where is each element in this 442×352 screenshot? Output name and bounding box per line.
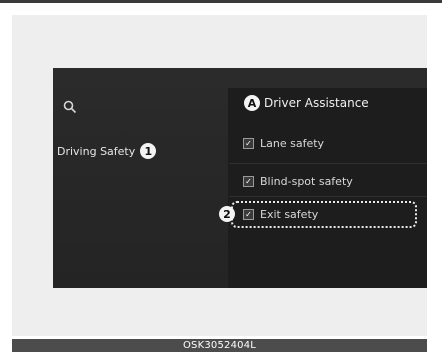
infotainment-screen: Driving Safety 1 A Driver Assistance ✓ L…	[53, 68, 427, 288]
screen-top-bar	[53, 68, 427, 89]
panel-title: A Driver Assistance	[244, 95, 369, 111]
callout-1: 1	[140, 143, 157, 159]
option-label: Blind-spot safety	[260, 175, 353, 188]
option-label: Exit safety	[260, 208, 319, 221]
option-exit-safety[interactable]: ✓ Exit safety	[243, 208, 318, 221]
callout-a: A	[244, 95, 260, 111]
callout-2: 2	[219, 206, 235, 222]
checkbox-checked-icon[interactable]: ✓	[243, 138, 254, 149]
checkbox-checked-icon[interactable]: ✓	[243, 209, 254, 220]
option-blind-spot-safety[interactable]: ✓ Blind-spot safety	[243, 175, 353, 188]
divider	[229, 163, 427, 164]
checkbox-checked-icon[interactable]: ✓	[243, 176, 254, 187]
figure-code: OSK3052404L	[182, 340, 257, 351]
panel-title-label: Driver Assistance	[264, 96, 369, 110]
menu-item-driving-safety[interactable]: Driving Safety 1	[57, 140, 157, 162]
option-lane-safety[interactable]: ✓ Lane safety	[243, 137, 324, 150]
menu-item-label: Driving Safety	[57, 144, 136, 158]
top-rule	[0, 0, 442, 3]
manual-page: Driving Safety 1 A Driver Assistance ✓ L…	[0, 0, 442, 352]
option-label: Lane safety	[260, 137, 325, 150]
search-icon[interactable]	[63, 100, 77, 114]
options-panel	[228, 88, 427, 288]
settings-menu-panel: Driving Safety 1	[53, 88, 228, 288]
divider	[229, 196, 427, 197]
